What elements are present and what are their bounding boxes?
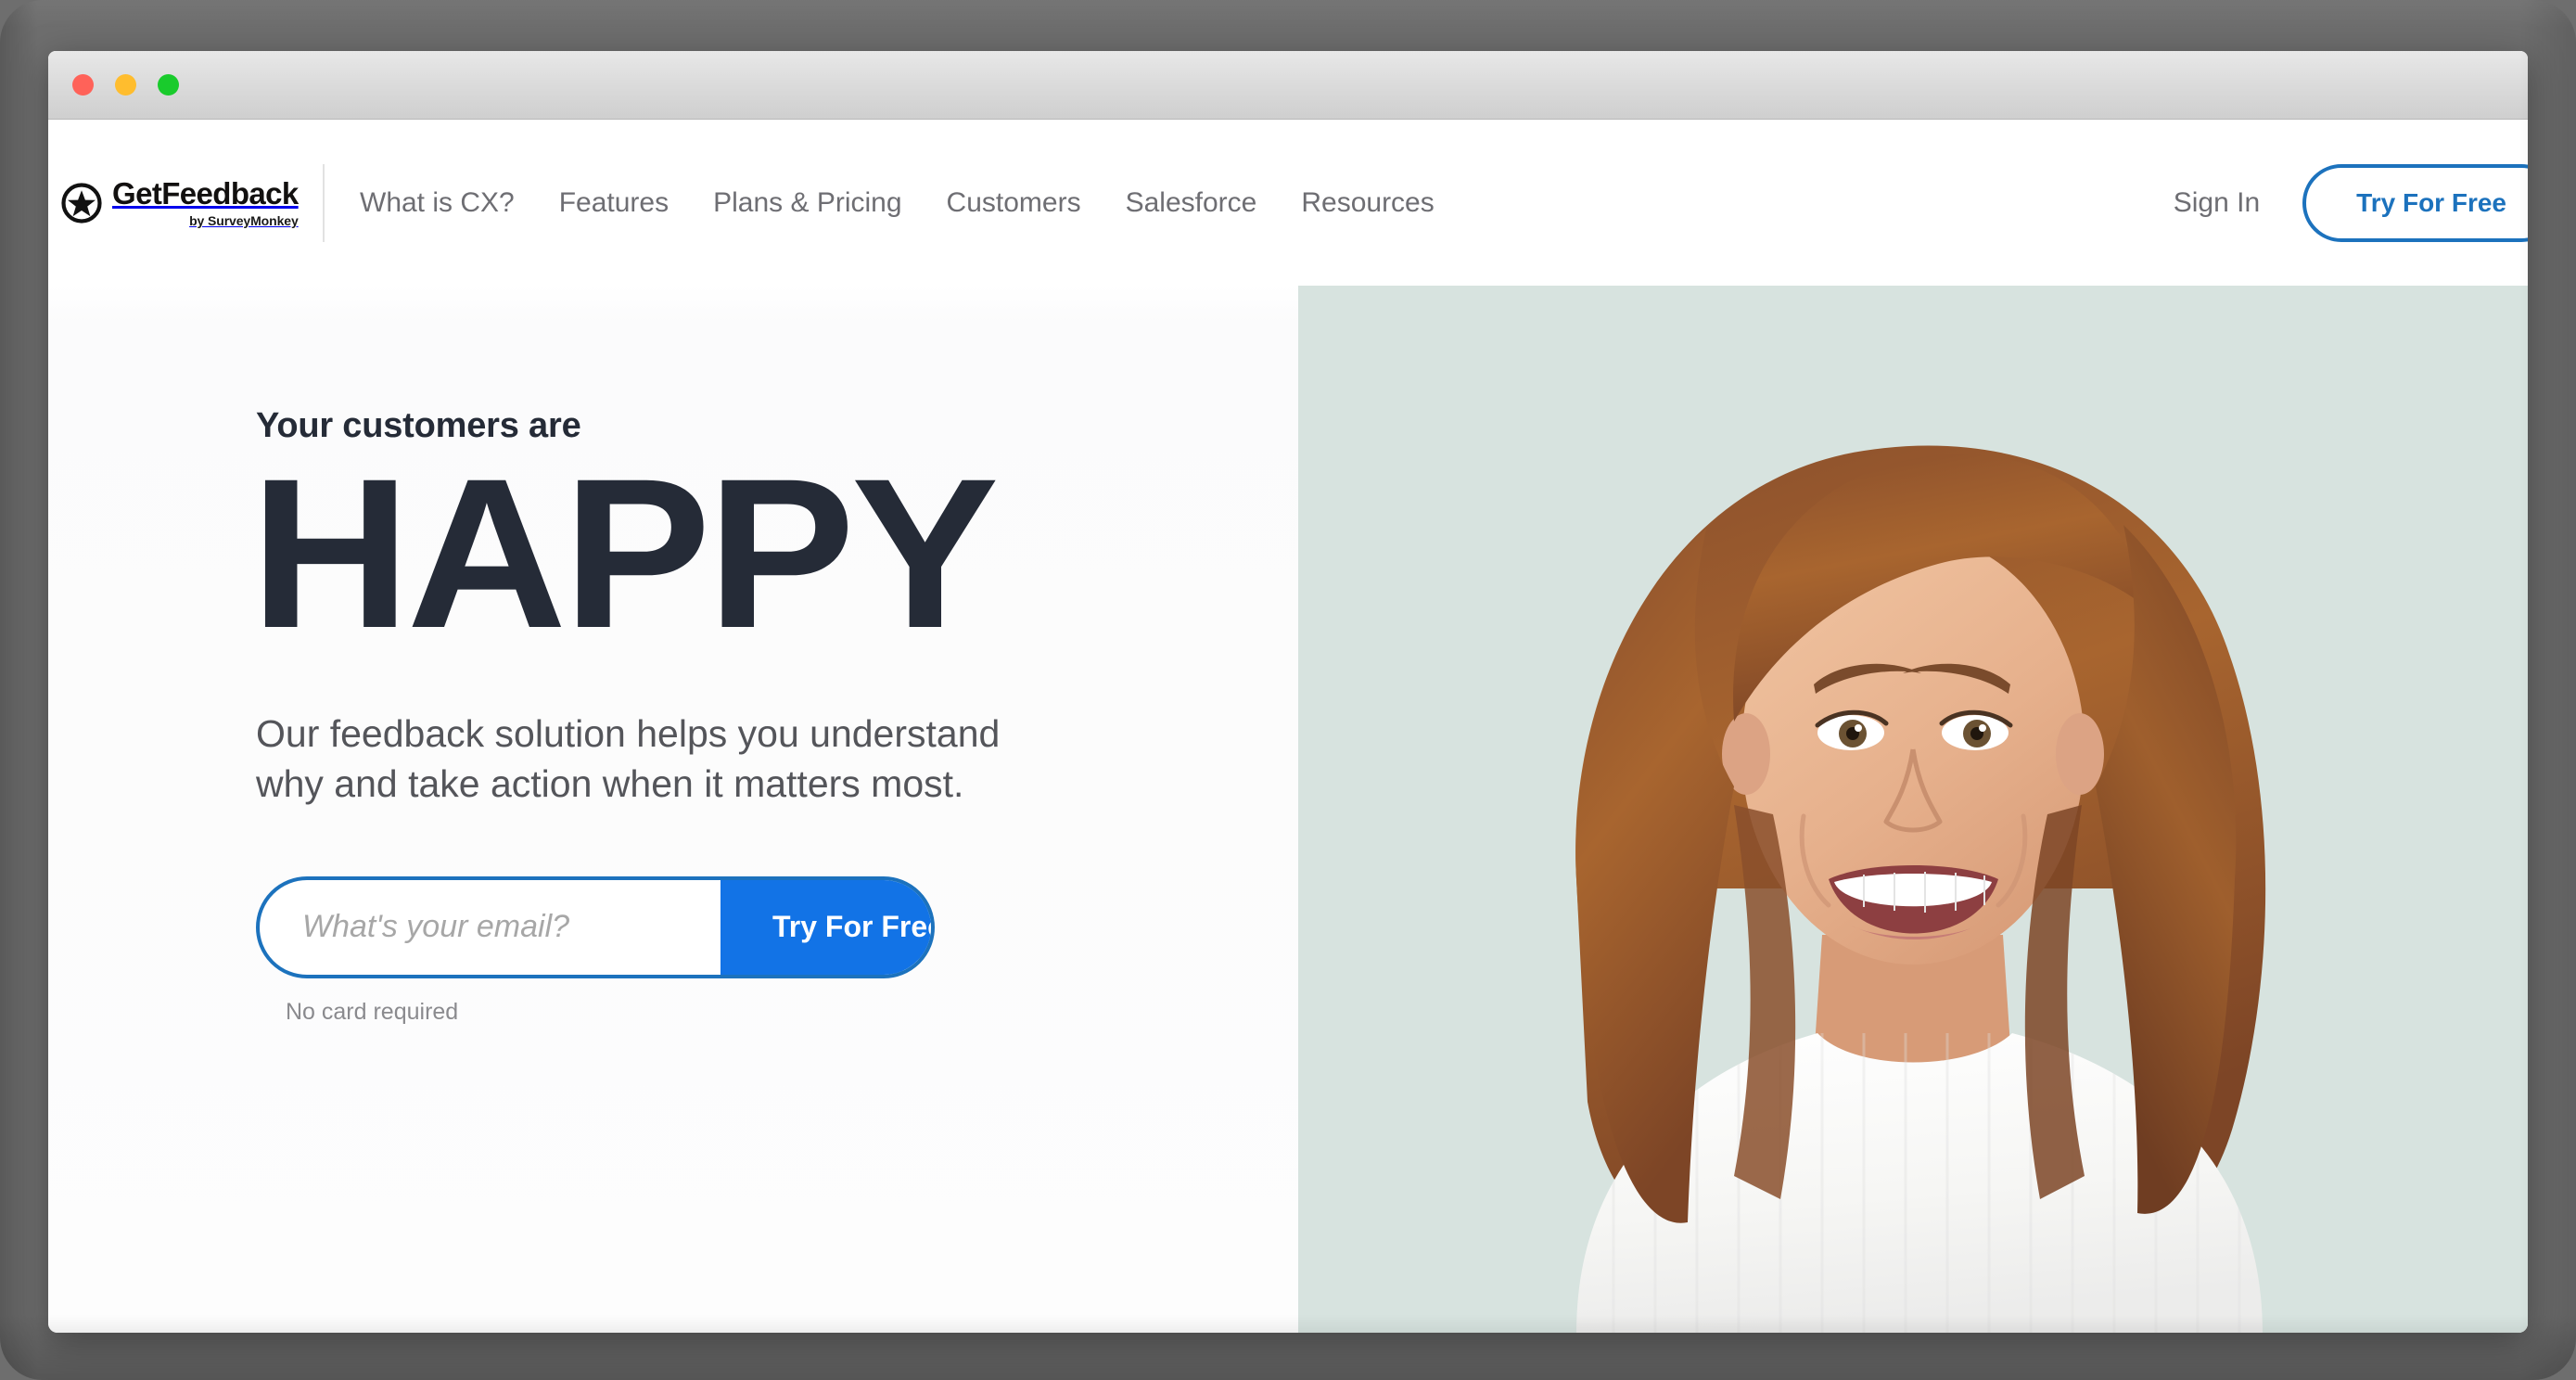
star-in-circle-icon: [61, 182, 102, 224]
nav-item-features[interactable]: Features: [537, 187, 691, 219]
hero-content: Your customers are HAPPY Our feedback so…: [48, 286, 1298, 1333]
primary-navigation: What is CX? Features Plans & Pricing Cus…: [338, 187, 1457, 219]
header-divider: [323, 163, 325, 242]
maximize-window-button[interactable]: [158, 74, 179, 96]
hero-section: Your customers are HAPPY Our feedback so…: [48, 286, 2528, 1333]
window-controls: [72, 74, 179, 96]
site-header: GetFeedback by SurveyMonkey What is CX? …: [48, 120, 2528, 286]
no-card-required-note: No card required: [286, 998, 459, 1025]
minimize-window-button[interactable]: [115, 74, 136, 96]
close-window-button[interactable]: [72, 74, 94, 96]
browser-window: GetFeedback by SurveyMonkey What is CX? …: [48, 51, 2528, 1333]
hero-portrait-image: [1298, 286, 2528, 1333]
nav-item-plans-pricing[interactable]: Plans & Pricing: [691, 187, 924, 219]
email-input[interactable]: [260, 879, 721, 975]
header-try-for-free-button[interactable]: Try For Free: [2302, 163, 2528, 242]
hero-subcopy: Our feedback solution helps you understa…: [256, 711, 1001, 806]
nav-item-salesforce[interactable]: Salesforce: [1103, 187, 1280, 219]
logo-name: GetFeedback: [112, 176, 299, 211]
desktop-background: GetFeedback by SurveyMonkey What is CX? …: [0, 0, 2576, 1380]
hero-headline: HAPPY: [250, 434, 999, 672]
hero-try-for-free-button[interactable]: Try For Free: [721, 879, 931, 975]
header-actions: Sign In Try For Free: [2174, 163, 2528, 242]
site-logo[interactable]: GetFeedback by SurveyMonkey: [61, 178, 299, 227]
nav-item-resources[interactable]: Resources: [1279, 187, 1456, 219]
nav-item-customers[interactable]: Customers: [925, 187, 1103, 219]
email-signup-form: Try For Free: [256, 875, 935, 978]
hero-image-panel: [1298, 286, 2528, 1333]
logo-wordmark: GetFeedback by SurveyMonkey: [112, 178, 299, 227]
nav-item-what-is-cx[interactable]: What is CX?: [338, 187, 537, 219]
window-titlebar: [48, 51, 2528, 120]
sign-in-link[interactable]: Sign In: [2174, 187, 2260, 219]
logo-tagline: by SurveyMonkey: [189, 213, 299, 228]
